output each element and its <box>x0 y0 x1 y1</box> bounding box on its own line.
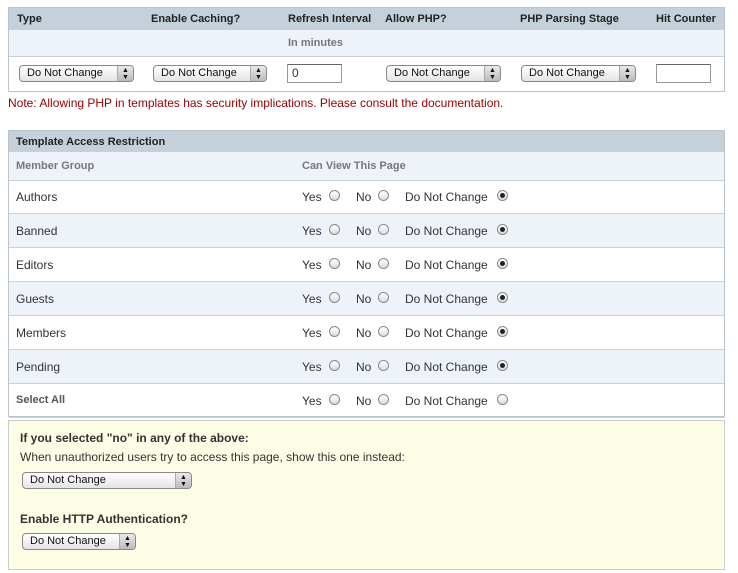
radio-do-not-change[interactable] <box>497 224 508 235</box>
type-select[interactable]: Do Not Change ▲ ▼ <box>19 65 134 82</box>
unauthorized-panel: If you selected "no" in any of the above… <box>8 420 725 570</box>
header-hit-counter: Hit Counter <box>656 13 716 25</box>
member-group-name: Editors <box>16 258 54 272</box>
access-title: Template Access Restriction <box>16 136 166 148</box>
access-restriction-table: Template Access Restriction Member Group… <box>8 130 725 418</box>
no-label: No <box>356 224 372 238</box>
type-select-value: Do Not Change <box>27 67 103 79</box>
member-group-name: Select All <box>16 394 66 406</box>
select-arrows-icon: ▲ ▼ <box>117 66 133 81</box>
caching-select[interactable]: Do Not Change ▲ ▼ <box>153 65 267 82</box>
parsing-stage-select-value: Do Not Change <box>529 67 605 79</box>
table-row: Pending Yes No Do Not Change <box>9 350 724 384</box>
no-label: No <box>356 394 372 408</box>
settings-subheader: In minutes <box>9 30 724 57</box>
radio-yes[interactable] <box>329 292 340 303</box>
select-arrows-icon: ▲ ▼ <box>619 66 635 81</box>
radio-do-not-change[interactable] <box>497 360 508 371</box>
radio-yes[interactable] <box>329 224 340 235</box>
http-auth-heading: Enable HTTP Authentication? <box>20 512 189 526</box>
radio-no[interactable] <box>378 292 389 303</box>
refresh-unit: In minutes <box>288 37 344 49</box>
do-not-change-label: Do Not Change <box>405 394 488 408</box>
table-row: Banned Yes No Do Not Change <box>9 214 724 248</box>
refresh-interval-input[interactable]: 0 <box>287 64 342 83</box>
header-refresh: Refresh Interval <box>288 13 372 25</box>
radio-yes[interactable] <box>329 190 340 201</box>
radio-yes[interactable] <box>329 394 340 405</box>
col-member-group: Member Group <box>16 160 95 172</box>
member-group-name: Members <box>16 326 67 340</box>
template-settings-table: Type Enable Caching? Refresh Interval Al… <box>8 7 725 92</box>
table-row: Members Yes No Do Not Change <box>9 316 724 350</box>
http-auth-select[interactable]: Do Not Change ▲ ▼ <box>22 533 136 550</box>
col-can-view: Can View This Page <box>302 160 406 172</box>
member-group-name: Guests <box>16 292 55 306</box>
radio-do-not-change[interactable] <box>497 190 508 201</box>
radio-do-not-change[interactable] <box>497 326 508 337</box>
yes-label: Yes <box>302 394 322 408</box>
no-label: No <box>356 292 372 306</box>
no-label: No <box>356 258 372 272</box>
table-row: Editors Yes No Do Not Change <box>9 248 724 282</box>
table-row: Authors Yes No Do Not Change <box>9 180 724 214</box>
unauthorized-page-select[interactable]: Do Not Change ▲ ▼ <box>22 472 192 489</box>
do-not-change-label: Do Not Change <box>405 292 488 306</box>
radio-yes[interactable] <box>329 360 340 371</box>
header-caching: Enable Caching? <box>151 13 241 25</box>
no-label: No <box>356 360 372 374</box>
radio-do-not-change[interactable] <box>497 258 508 269</box>
access-column-headers: Member Group Can View This Page <box>9 152 724 181</box>
radio-no[interactable] <box>378 360 389 371</box>
radio-no[interactable] <box>378 224 389 235</box>
yes-label: Yes <box>302 258 322 272</box>
yes-label: Yes <box>302 326 322 340</box>
allow-php-select[interactable]: Do Not Change ▲ ▼ <box>386 65 501 82</box>
radio-yes[interactable] <box>329 326 340 337</box>
http-auth-select-value: Do Not Change <box>30 535 106 547</box>
header-type: Type <box>17 13 42 25</box>
table-row: Guests Yes No Do Not Change <box>9 282 724 316</box>
member-group-name: Banned <box>16 224 58 238</box>
allow-php-select-value: Do Not Change <box>394 67 470 79</box>
yes-label: Yes <box>302 292 322 306</box>
header-parsing-stage: PHP Parsing Stage <box>520 13 619 25</box>
select-all-row: Select All Yes No Do Not Change <box>9 384 724 418</box>
radio-no[interactable] <box>378 326 389 337</box>
yes-label: Yes <box>302 360 322 374</box>
access-header: Template Access Restriction <box>9 131 724 154</box>
select-arrows-icon: ▲ ▼ <box>175 473 191 488</box>
select-arrows-icon: ▲ ▼ <box>484 66 500 81</box>
radio-yes[interactable] <box>329 258 340 269</box>
radio-no[interactable] <box>378 190 389 201</box>
header-allow-php: Allow PHP? <box>385 13 447 25</box>
parsing-stage-select[interactable]: Do Not Change ▲ ▼ <box>521 65 636 82</box>
unauthorized-page-select-value: Do Not Change <box>30 474 106 486</box>
settings-header: Type Enable Caching? Refresh Interval Al… <box>9 8 724 32</box>
php-security-note: Note: Allowing PHP in templates has secu… <box>8 96 504 110</box>
yes-label: Yes <box>302 190 322 204</box>
no-label: No <box>356 190 372 204</box>
do-not-change-label: Do Not Change <box>405 190 488 204</box>
unauth-heading: If you selected "no" in any of the above… <box>20 431 249 445</box>
member-group-name: Pending <box>16 360 61 374</box>
do-not-change-label: Do Not Change <box>405 224 488 238</box>
select-arrows-icon: ▲ ▼ <box>250 66 266 81</box>
do-not-change-label: Do Not Change <box>405 258 488 272</box>
radio-no[interactable] <box>378 258 389 269</box>
unauth-description: When unauthorized users try to access th… <box>20 450 405 464</box>
select-arrows-icon: ▲ ▼ <box>119 534 135 549</box>
yes-label: Yes <box>302 224 322 238</box>
caching-select-value: Do Not Change <box>161 67 237 79</box>
no-label: No <box>356 326 372 340</box>
radio-no[interactable] <box>378 394 389 405</box>
member-group-name: Authors <box>16 190 58 204</box>
hit-counter-input[interactable] <box>656 64 711 83</box>
do-not-change-label: Do Not Change <box>405 360 488 374</box>
do-not-change-label: Do Not Change <box>405 326 488 340</box>
radio-do-not-change[interactable] <box>497 292 508 303</box>
radio-do-not-change[interactable] <box>497 394 508 405</box>
